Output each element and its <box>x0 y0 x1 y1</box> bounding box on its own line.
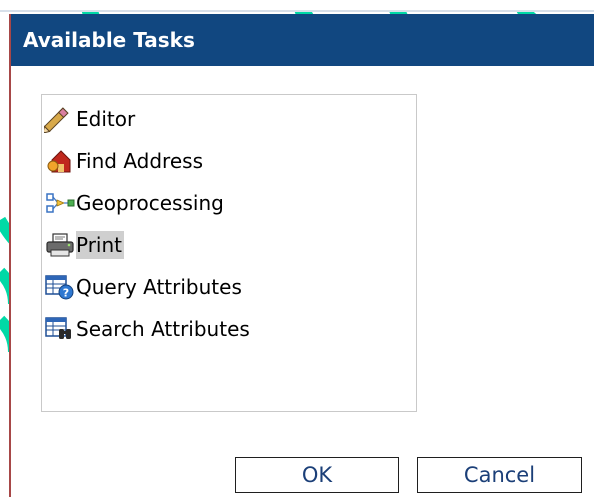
task-item-geoprocessing[interactable]: Geoprocessing <box>44 188 224 218</box>
task-item-editor[interactable]: Editor <box>42 104 136 134</box>
window-top-strip <box>0 0 594 12</box>
task-item-query-attributes[interactable]: ? Query Attributes <box>44 272 242 302</box>
task-label: Geoprocessing <box>76 191 224 215</box>
task-list[interactable]: Editor Find Address Geoprocessing Print … <box>41 94 417 412</box>
printer-icon <box>44 231 76 259</box>
pencil-icon <box>42 105 76 134</box>
model-flow-icon <box>44 189 76 217</box>
task-label: Editor <box>76 107 136 131</box>
task-label: Find Address <box>76 149 203 173</box>
window-top-edge <box>0 10 594 12</box>
task-label: Search Attributes <box>76 317 250 341</box>
dialog-title: Available Tasks <box>23 28 195 52</box>
cancel-button[interactable]: Cancel <box>417 457 582 493</box>
available-tasks-dialog: Available Tasks Editor Find Address Geop… <box>9 14 594 497</box>
query-table-icon: ? <box>44 273 76 301</box>
task-label: Query Attributes <box>76 275 242 299</box>
house-pin-icon <box>44 147 76 175</box>
search-table-icon <box>44 315 76 343</box>
ok-button[interactable]: OK <box>235 457 399 493</box>
dialog-titlebar[interactable]: Available Tasks <box>11 14 594 66</box>
screen: Available Tasks Editor Find Address Geop… <box>0 0 594 497</box>
task-item-search-attributes[interactable]: Search Attributes <box>44 314 250 344</box>
task-item-find-address[interactable]: Find Address <box>44 146 203 176</box>
task-item-print[interactable]: Print <box>44 230 125 260</box>
svg-text:?: ? <box>63 287 69 300</box>
task-label: Print <box>76 231 125 259</box>
